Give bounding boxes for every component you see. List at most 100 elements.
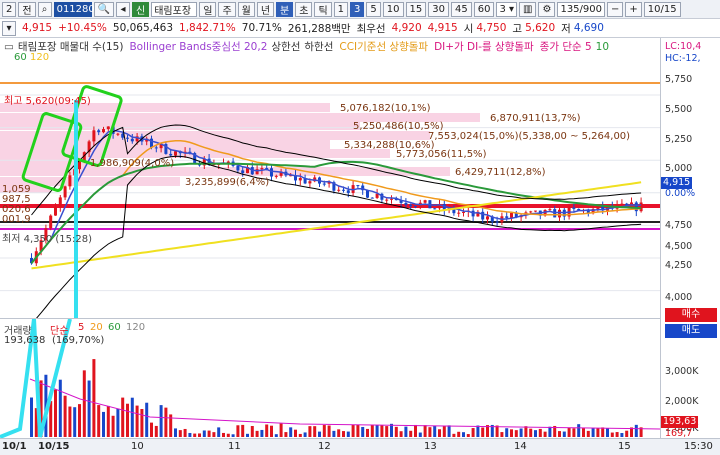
volume-bar-55 <box>289 427 293 437</box>
candle-body-101 <box>510 213 513 218</box>
sell-button[interactable]: 매도 <box>665 324 717 338</box>
bar-count-field[interactable]: 135/900 <box>557 1 605 17</box>
candle-body-14 <box>92 130 96 142</box>
legend-ma10[interactable]: 10 <box>596 41 609 53</box>
zoom-out-icon[interactable]: − <box>607 1 624 17</box>
time-label-9: 15:30 <box>684 441 713 452</box>
candle-body-81 <box>414 206 417 208</box>
volume-bar-67 <box>346 431 350 437</box>
volume-bar-74 <box>380 425 384 437</box>
minute-combo[interactable]: 3 ▾ <box>496 1 518 17</box>
volume-bar-104 <box>524 426 528 437</box>
settings-icon[interactable]: ⚙ <box>538 1 556 17</box>
volume-bar-107 <box>538 428 542 437</box>
zoom-in-icon[interactable]: + <box>625 1 642 17</box>
candle-body-75 <box>385 199 389 201</box>
indicator-legend: ▭ 태림포장 매물대 수(15) Bollinger Bands중심선 20,2… <box>0 38 720 55</box>
volume-bar-56 <box>294 429 297 437</box>
volume-bar-49 <box>260 429 264 437</box>
legend-lower[interactable]: 하한선 <box>304 39 333 54</box>
candle-body-80 <box>409 204 413 207</box>
minute-1[interactable]: 1 <box>333 1 349 17</box>
search-code-icon[interactable]: 🔍 <box>93 1 115 17</box>
minute-30[interactable]: 30 <box>428 1 449 17</box>
period-week[interactable]: 주 <box>218 1 236 17</box>
legend-upper[interactable]: 상한선 <box>271 39 300 54</box>
volume-bar-88 <box>447 425 451 437</box>
minute-15[interactable]: 15 <box>405 1 427 17</box>
volume-bar-85 <box>433 425 437 437</box>
candle-body-31 <box>174 151 177 156</box>
price-axis: LC:10,4 HC:-12, 5,750 5,500 5,250 5,000 … <box>660 38 720 439</box>
legend-ma[interactable]: 종가 단순 5 <box>540 39 592 54</box>
candle-body-100 <box>505 216 509 218</box>
search-icon[interactable]: ⌕ <box>37 1 52 17</box>
volume-bar-40 <box>217 427 221 437</box>
price-tick-5000: 5,000 <box>665 163 693 174</box>
period-day[interactable]: 일 <box>199 1 217 17</box>
prev-stock-icon[interactable]: ◂ <box>116 1 131 17</box>
period-month[interactable]: 월 <box>237 1 255 17</box>
volume-profile-6: 5,773,056(11,5%) <box>396 149 487 160</box>
new-badge: 신 <box>132 1 150 17</box>
period-second[interactable]: 초 <box>295 1 313 17</box>
volume-profile-9: 3,235,899(6,4%) <box>185 177 270 188</box>
volume-bar-66 <box>342 431 345 437</box>
volume-bar-77 <box>394 426 398 437</box>
volume-profile-8: 6,429,711(12,8%) <box>455 167 546 178</box>
volume-ma60: 60 <box>108 322 121 333</box>
price-tick-5250: 5,250 <box>665 134 693 145</box>
stock-code-input[interactable]: 011280 <box>53 1 95 17</box>
volume-bar-94 <box>476 425 480 437</box>
volume-bar-62 <box>322 425 326 437</box>
volume-profile-13: 001,9 <box>2 214 31 225</box>
candle-body-21 <box>126 137 129 139</box>
period-year[interactable]: 년 <box>256 1 275 17</box>
minute-10[interactable]: 10 <box>382 1 404 17</box>
volume-bar-90 <box>457 431 461 437</box>
candle-body-83 <box>423 200 427 203</box>
candle-body-6 <box>54 206 57 216</box>
buy-button[interactable]: 매수 <box>665 308 717 322</box>
candle-body-16 <box>102 129 105 133</box>
volume-bar-123 <box>615 432 619 437</box>
volume-bar-10 <box>73 407 77 437</box>
volume-bar-87 <box>442 425 446 437</box>
count-spinner[interactable]: 2 <box>2 1 17 17</box>
volume-bar-82 <box>418 432 422 437</box>
minute-5[interactable]: 5 <box>366 1 381 17</box>
price-tick-4750: 4,750 <box>665 220 693 231</box>
ask-price: 4,920 <box>391 22 422 34</box>
minute-60[interactable]: 60 <box>473 1 495 17</box>
period-tick[interactable]: 틱 <box>314 1 332 17</box>
all-button[interactable]: 전 <box>18 1 36 17</box>
volume-bar-114 <box>572 428 576 437</box>
bar-chart-icon[interactable]: ▥ <box>519 1 537 17</box>
volume-bar-13 <box>87 380 91 437</box>
candle-body-91 <box>462 211 465 213</box>
volume-bar-91 <box>462 432 465 437</box>
candle-body-72 <box>370 197 374 199</box>
volume-bar-12 <box>82 370 86 437</box>
minute-3[interactable]: 3 <box>350 1 365 17</box>
candle-body-114 <box>572 207 576 209</box>
volume-bar-93 <box>471 428 475 437</box>
price-chart-pane[interactable]: 60 120 최고 5,620(09:45) 최저 4,350 (15:28) … <box>0 52 660 325</box>
candle-body-11 <box>78 161 81 170</box>
volume-ma5: 5 <box>78 322 85 333</box>
legend-cci[interactable]: CCI기준선 상향돌파 <box>339 39 428 54</box>
period-minute[interactable]: 분 <box>276 1 294 17</box>
volume-bar-18 <box>111 415 115 437</box>
legend-dmi[interactable]: DI+가 DI-를 상향돌파 <box>434 39 534 54</box>
volume-profile-2: 6,870,911(13,7%) <box>490 113 581 124</box>
volume-bar-41 <box>222 432 225 437</box>
quote-menu-icon[interactable]: ▾ <box>2 20 16 36</box>
candle-body-85 <box>433 208 437 210</box>
volume-bar-109 <box>548 426 552 437</box>
volume-chart-pane[interactable]: 거래량 단순 5 20 60 120 193,638 (169,70%) <box>0 318 661 439</box>
legend-bollinger[interactable]: Bollinger Bands중심선 20,2 <box>129 39 267 54</box>
minute-45[interactable]: 45 <box>450 1 472 17</box>
volume-bar-113 <box>567 427 571 437</box>
candle-body-15 <box>97 130 101 133</box>
date-field[interactable]: 10/15 <box>643 1 681 17</box>
